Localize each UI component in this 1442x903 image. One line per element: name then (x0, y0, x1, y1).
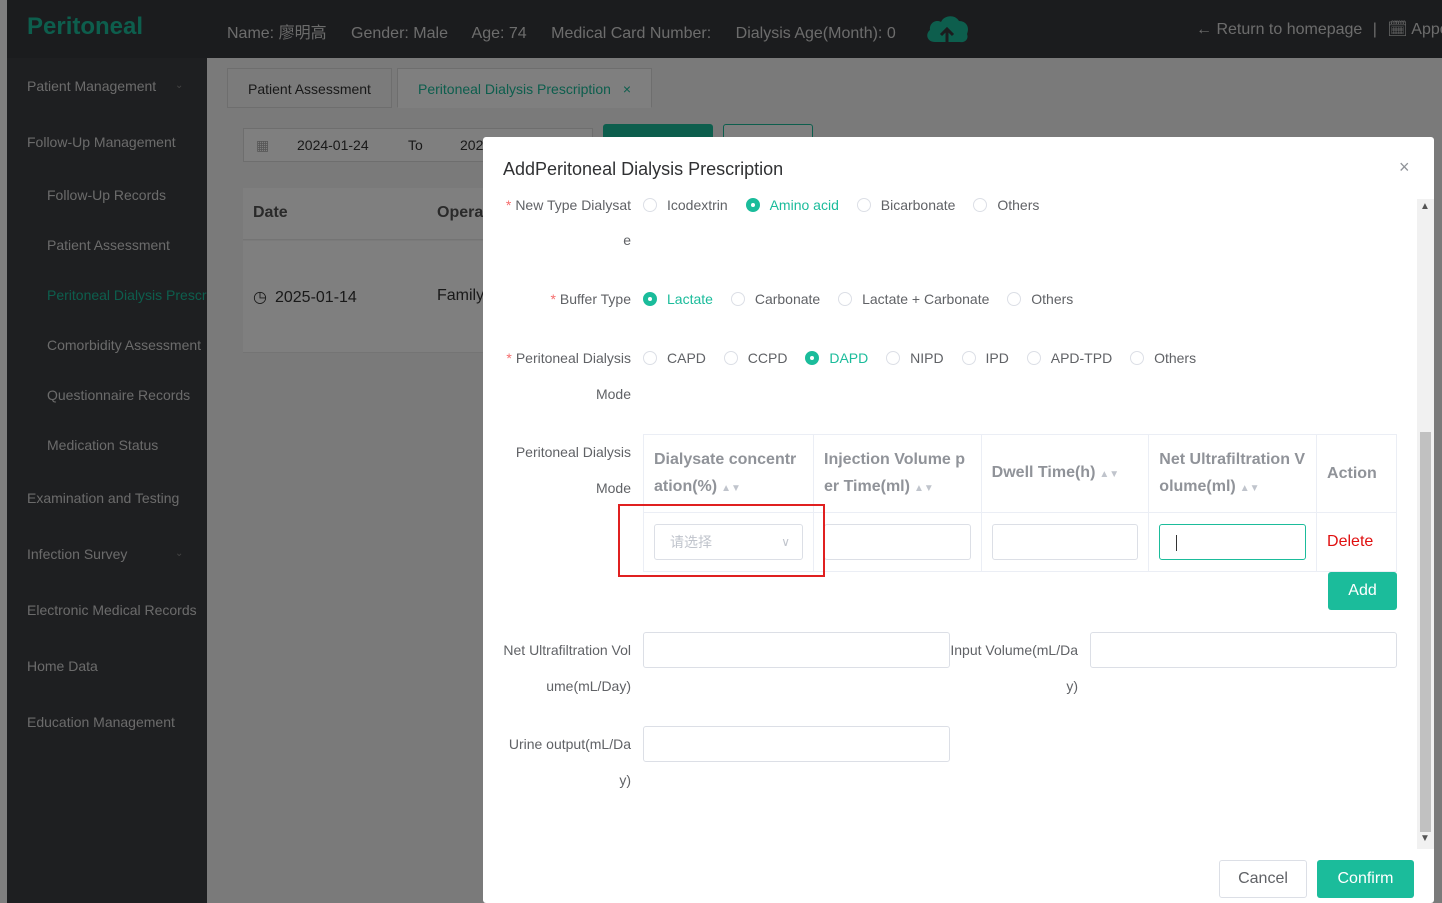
cell-injection-volume (813, 512, 982, 572)
column-net-uf-volume[interactable]: Net Ultrafiltration Volume(ml) ▲▼ (1148, 434, 1318, 513)
scroll-down-icon[interactable]: ▼ (1420, 833, 1430, 844)
urine-output-label: Urine output(mL/Da (508, 736, 631, 752)
delete-button[interactable]: Delete (1327, 533, 1373, 550)
column-action: Action (1316, 434, 1397, 513)
net-uf-label-cont: ume(mL/Day) (546, 678, 631, 694)
sort-icon: ▲▼ (913, 482, 934, 494)
cell-net-uf-volume (1148, 512, 1318, 572)
dialog-body: * New Type Dialysat e Icodextrin Amino ac… (483, 197, 1417, 847)
cancel-button[interactable]: Cancel (1219, 860, 1307, 898)
radio-others[interactable]: Others (1130, 350, 1196, 366)
radio-bicarbonate[interactable]: Bicarbonate (856, 197, 955, 213)
sort-icon: ▲▼ (1099, 469, 1120, 480)
radio-amino-acid[interactable]: Amino acid (745, 197, 839, 213)
radio-others[interactable]: Others (1007, 291, 1073, 307)
table-header-row: Dialysate concentr ation(%) ▲▼ Injection V… (643, 434, 1397, 513)
scroll-up-icon[interactable]: ▲ (1420, 201, 1430, 212)
injection-volume-input[interactable] (824, 524, 971, 560)
new-type-label-cont: e (623, 232, 631, 248)
pd-mode-label-cont: Mode (595, 386, 631, 402)
radio-others[interactable]: Others (973, 197, 1039, 213)
column-concentration[interactable]: Dialysate concentr ation(%) ▲▼ (643, 434, 814, 513)
new-type-radio-group: Icodextrin Amino acid Bicarbonate Others (643, 197, 1053, 213)
cell-dwell-time (980, 512, 1150, 572)
urine-output-input[interactable] (643, 726, 950, 762)
radio-apd-tpd[interactable]: APD-TPD (1026, 350, 1112, 366)
radio-carbonate[interactable]: Carbonate (730, 291, 820, 307)
column-dwell-time[interactable]: Dwell Time(h) ▲▼ (980, 434, 1150, 513)
radio-ccpd[interactable]: CCPD (723, 350, 787, 366)
net-uf-label: Net Ultrafiltration Vol (503, 642, 631, 658)
add-prescription-dialog: AddPeritoneal Dialysis Prescription × * N… (483, 137, 1434, 903)
pd-table-label: Peritoneal Dialysis (515, 444, 631, 460)
radio-dapd[interactable]: DAPD (805, 350, 868, 366)
sort-icon: ▲▼ (721, 482, 741, 494)
radio-capd[interactable]: CAPD (643, 350, 706, 366)
pd-mode-label: * Peritoneal Dialysis (506, 350, 631, 366)
buffer-type-radio-group: Lactate Carbonate Lactate + Carbonate Ot… (643, 291, 1087, 307)
dialog-title: AddPeritoneal Dialysis Prescription (503, 159, 784, 179)
net-uf-volume-input[interactable] (1159, 524, 1307, 560)
radio-lactate-carbonate[interactable]: Lactate + Carbonate (838, 291, 989, 307)
pd-mode-radio-group: CAPD CCPD DAPD NIPD IPD APD-TPD Others (643, 350, 1210, 366)
scrollbar-thumb[interactable] (1420, 432, 1431, 832)
sort-icon: ▲▼ (1239, 482, 1260, 494)
add-button[interactable]: Add (1328, 572, 1397, 610)
net-uf-day-input[interactable] (643, 632, 950, 668)
pd-table-label-cont: Mode (595, 480, 631, 496)
radio-nipd[interactable]: NIPD (886, 350, 944, 366)
input-volume-input[interactable] (1090, 632, 1397, 668)
radio-lactate[interactable]: Lactate (643, 291, 713, 307)
new-type-label: * New Type Dialysat (505, 197, 631, 213)
dwell-time-input[interactable] (991, 524, 1139, 560)
column-injection-volume[interactable]: Injection Volume p er Time(ml) ▲▼ (813, 434, 982, 513)
close-icon[interactable]: × (1399, 157, 1410, 178)
confirm-button[interactable]: Confirm (1317, 860, 1414, 898)
highlight-box (618, 504, 825, 577)
buffer-type-label: * Buffer Type (550, 291, 631, 307)
radio-icodextrin[interactable]: Icodextrin (643, 197, 728, 213)
input-volume-label: Input Volume(mL/Da (950, 642, 1078, 658)
cell-action: Delete (1316, 512, 1397, 572)
radio-ipd[interactable]: IPD (961, 350, 1009, 366)
urine-output-label-cont: y) (619, 772, 631, 788)
input-volume-label-cont: y) (1066, 678, 1078, 694)
